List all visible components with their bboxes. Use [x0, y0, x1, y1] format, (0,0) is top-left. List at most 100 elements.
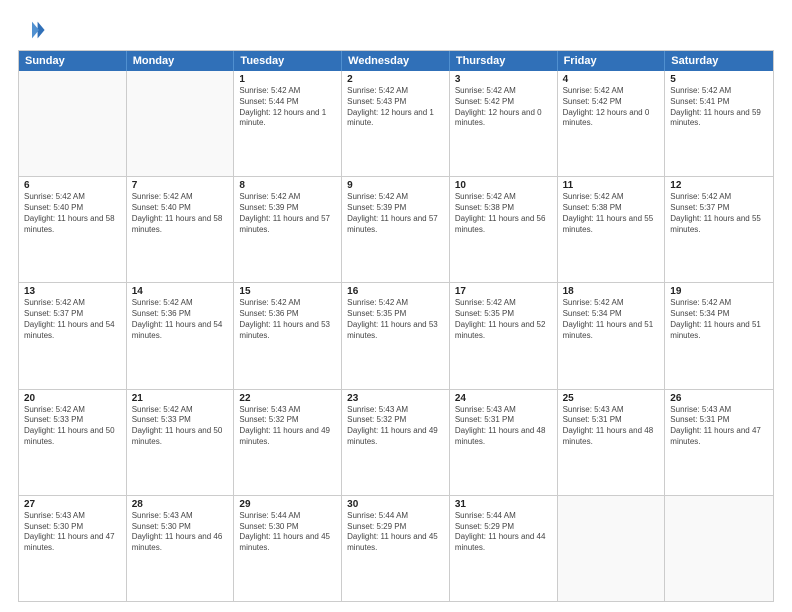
- day-info: Sunrise: 5:42 AMSunset: 5:36 PMDaylight:…: [239, 298, 336, 341]
- day-info: Sunrise: 5:42 AMSunset: 5:34 PMDaylight:…: [563, 298, 660, 341]
- day-number: 24: [455, 393, 552, 404]
- day-number: 27: [24, 499, 121, 510]
- day-number: 15: [239, 286, 336, 297]
- day-number: 28: [132, 499, 229, 510]
- cal-cell: 13Sunrise: 5:42 AMSunset: 5:37 PMDayligh…: [19, 283, 127, 388]
- cal-cell: 6Sunrise: 5:42 AMSunset: 5:40 PMDaylight…: [19, 177, 127, 282]
- cal-cell: 31Sunrise: 5:44 AMSunset: 5:29 PMDayligh…: [450, 496, 558, 601]
- cal-cell: 30Sunrise: 5:44 AMSunset: 5:29 PMDayligh…: [342, 496, 450, 601]
- day-info: Sunrise: 5:44 AMSunset: 5:30 PMDaylight:…: [239, 511, 336, 554]
- day-info: Sunrise: 5:42 AMSunset: 5:42 PMDaylight:…: [455, 86, 552, 129]
- day-number: 31: [455, 499, 552, 510]
- calendar-body: 1Sunrise: 5:42 AMSunset: 5:44 PMDaylight…: [19, 71, 773, 601]
- cal-cell: 7Sunrise: 5:42 AMSunset: 5:40 PMDaylight…: [127, 177, 235, 282]
- day-number: 3: [455, 74, 552, 85]
- day-info: Sunrise: 5:42 AMSunset: 5:44 PMDaylight:…: [239, 86, 336, 129]
- cal-cell: 11Sunrise: 5:42 AMSunset: 5:38 PMDayligh…: [558, 177, 666, 282]
- day-number: 18: [563, 286, 660, 297]
- cal-cell: 15Sunrise: 5:42 AMSunset: 5:36 PMDayligh…: [234, 283, 342, 388]
- day-info: Sunrise: 5:42 AMSunset: 5:37 PMDaylight:…: [24, 298, 121, 341]
- cal-cell: 17Sunrise: 5:42 AMSunset: 5:35 PMDayligh…: [450, 283, 558, 388]
- cal-cell: 26Sunrise: 5:43 AMSunset: 5:31 PMDayligh…: [665, 390, 773, 495]
- day-number: 26: [670, 393, 768, 404]
- cal-cell: 24Sunrise: 5:43 AMSunset: 5:31 PMDayligh…: [450, 390, 558, 495]
- day-info: Sunrise: 5:42 AMSunset: 5:40 PMDaylight:…: [132, 192, 229, 235]
- cal-cell: 9Sunrise: 5:42 AMSunset: 5:39 PMDaylight…: [342, 177, 450, 282]
- day-info: Sunrise: 5:42 AMSunset: 5:33 PMDaylight:…: [24, 405, 121, 448]
- day-info: Sunrise: 5:43 AMSunset: 5:32 PMDaylight:…: [347, 405, 444, 448]
- day-number: 29: [239, 499, 336, 510]
- week-row-5: 27Sunrise: 5:43 AMSunset: 5:30 PMDayligh…: [19, 495, 773, 601]
- week-row-2: 6Sunrise: 5:42 AMSunset: 5:40 PMDaylight…: [19, 176, 773, 282]
- cal-cell: 4Sunrise: 5:42 AMSunset: 5:42 PMDaylight…: [558, 71, 666, 176]
- day-number: 11: [563, 180, 660, 191]
- cal-cell: 21Sunrise: 5:42 AMSunset: 5:33 PMDayligh…: [127, 390, 235, 495]
- cal-cell: 14Sunrise: 5:42 AMSunset: 5:36 PMDayligh…: [127, 283, 235, 388]
- calendar: SundayMondayTuesdayWednesdayThursdayFrid…: [18, 50, 774, 602]
- day-number: 30: [347, 499, 444, 510]
- day-number: 12: [670, 180, 768, 191]
- cal-cell: 28Sunrise: 5:43 AMSunset: 5:30 PMDayligh…: [127, 496, 235, 601]
- cal-cell: 5Sunrise: 5:42 AMSunset: 5:41 PMDaylight…: [665, 71, 773, 176]
- day-info: Sunrise: 5:43 AMSunset: 5:31 PMDaylight:…: [670, 405, 768, 448]
- day-info: Sunrise: 5:42 AMSunset: 5:41 PMDaylight:…: [670, 86, 768, 129]
- logo-icon: [18, 16, 46, 44]
- page: SundayMondayTuesdayWednesdayThursdayFrid…: [0, 0, 792, 612]
- day-info: Sunrise: 5:42 AMSunset: 5:38 PMDaylight:…: [455, 192, 552, 235]
- day-info: Sunrise: 5:43 AMSunset: 5:30 PMDaylight:…: [24, 511, 121, 554]
- day-number: 8: [239, 180, 336, 191]
- day-info: Sunrise: 5:42 AMSunset: 5:36 PMDaylight:…: [132, 298, 229, 341]
- cal-cell: [665, 496, 773, 601]
- header-day-thursday: Thursday: [450, 51, 558, 71]
- day-number: 7: [132, 180, 229, 191]
- day-number: 9: [347, 180, 444, 191]
- day-info: Sunrise: 5:44 AMSunset: 5:29 PMDaylight:…: [455, 511, 552, 554]
- day-info: Sunrise: 5:42 AMSunset: 5:39 PMDaylight:…: [239, 192, 336, 235]
- cal-cell: 1Sunrise: 5:42 AMSunset: 5:44 PMDaylight…: [234, 71, 342, 176]
- day-number: 14: [132, 286, 229, 297]
- header-day-monday: Monday: [127, 51, 235, 71]
- cal-cell: 22Sunrise: 5:43 AMSunset: 5:32 PMDayligh…: [234, 390, 342, 495]
- day-number: 5: [670, 74, 768, 85]
- cal-cell: 2Sunrise: 5:42 AMSunset: 5:43 PMDaylight…: [342, 71, 450, 176]
- cal-cell: [19, 71, 127, 176]
- day-info: Sunrise: 5:43 AMSunset: 5:31 PMDaylight:…: [563, 405, 660, 448]
- day-info: Sunrise: 5:42 AMSunset: 5:35 PMDaylight:…: [347, 298, 444, 341]
- cal-cell: 8Sunrise: 5:42 AMSunset: 5:39 PMDaylight…: [234, 177, 342, 282]
- day-info: Sunrise: 5:42 AMSunset: 5:38 PMDaylight:…: [563, 192, 660, 235]
- week-row-1: 1Sunrise: 5:42 AMSunset: 5:44 PMDaylight…: [19, 71, 773, 176]
- cal-cell: 29Sunrise: 5:44 AMSunset: 5:30 PMDayligh…: [234, 496, 342, 601]
- cal-cell: 25Sunrise: 5:43 AMSunset: 5:31 PMDayligh…: [558, 390, 666, 495]
- day-number: 6: [24, 180, 121, 191]
- cal-cell: [558, 496, 666, 601]
- cal-cell: 18Sunrise: 5:42 AMSunset: 5:34 PMDayligh…: [558, 283, 666, 388]
- header-day-saturday: Saturday: [665, 51, 773, 71]
- day-number: 13: [24, 286, 121, 297]
- day-info: Sunrise: 5:42 AMSunset: 5:43 PMDaylight:…: [347, 86, 444, 129]
- header-day-sunday: Sunday: [19, 51, 127, 71]
- day-info: Sunrise: 5:42 AMSunset: 5:42 PMDaylight:…: [563, 86, 660, 129]
- day-number: 16: [347, 286, 444, 297]
- day-number: 23: [347, 393, 444, 404]
- cal-cell: [127, 71, 235, 176]
- day-info: Sunrise: 5:43 AMSunset: 5:31 PMDaylight:…: [455, 405, 552, 448]
- week-row-3: 13Sunrise: 5:42 AMSunset: 5:37 PMDayligh…: [19, 282, 773, 388]
- day-info: Sunrise: 5:44 AMSunset: 5:29 PMDaylight:…: [347, 511, 444, 554]
- day-info: Sunrise: 5:42 AMSunset: 5:37 PMDaylight:…: [670, 192, 768, 235]
- day-number: 22: [239, 393, 336, 404]
- cal-cell: 3Sunrise: 5:42 AMSunset: 5:42 PMDaylight…: [450, 71, 558, 176]
- day-number: 2: [347, 74, 444, 85]
- day-number: 17: [455, 286, 552, 297]
- cal-cell: 27Sunrise: 5:43 AMSunset: 5:30 PMDayligh…: [19, 496, 127, 601]
- day-info: Sunrise: 5:42 AMSunset: 5:35 PMDaylight:…: [455, 298, 552, 341]
- week-row-4: 20Sunrise: 5:42 AMSunset: 5:33 PMDayligh…: [19, 389, 773, 495]
- day-info: Sunrise: 5:42 AMSunset: 5:34 PMDaylight:…: [670, 298, 768, 341]
- day-number: 19: [670, 286, 768, 297]
- cal-cell: 23Sunrise: 5:43 AMSunset: 5:32 PMDayligh…: [342, 390, 450, 495]
- header-day-friday: Friday: [558, 51, 666, 71]
- header-day-tuesday: Tuesday: [234, 51, 342, 71]
- day-info: Sunrise: 5:42 AMSunset: 5:40 PMDaylight:…: [24, 192, 121, 235]
- cal-cell: 20Sunrise: 5:42 AMSunset: 5:33 PMDayligh…: [19, 390, 127, 495]
- day-info: Sunrise: 5:42 AMSunset: 5:39 PMDaylight:…: [347, 192, 444, 235]
- day-number: 21: [132, 393, 229, 404]
